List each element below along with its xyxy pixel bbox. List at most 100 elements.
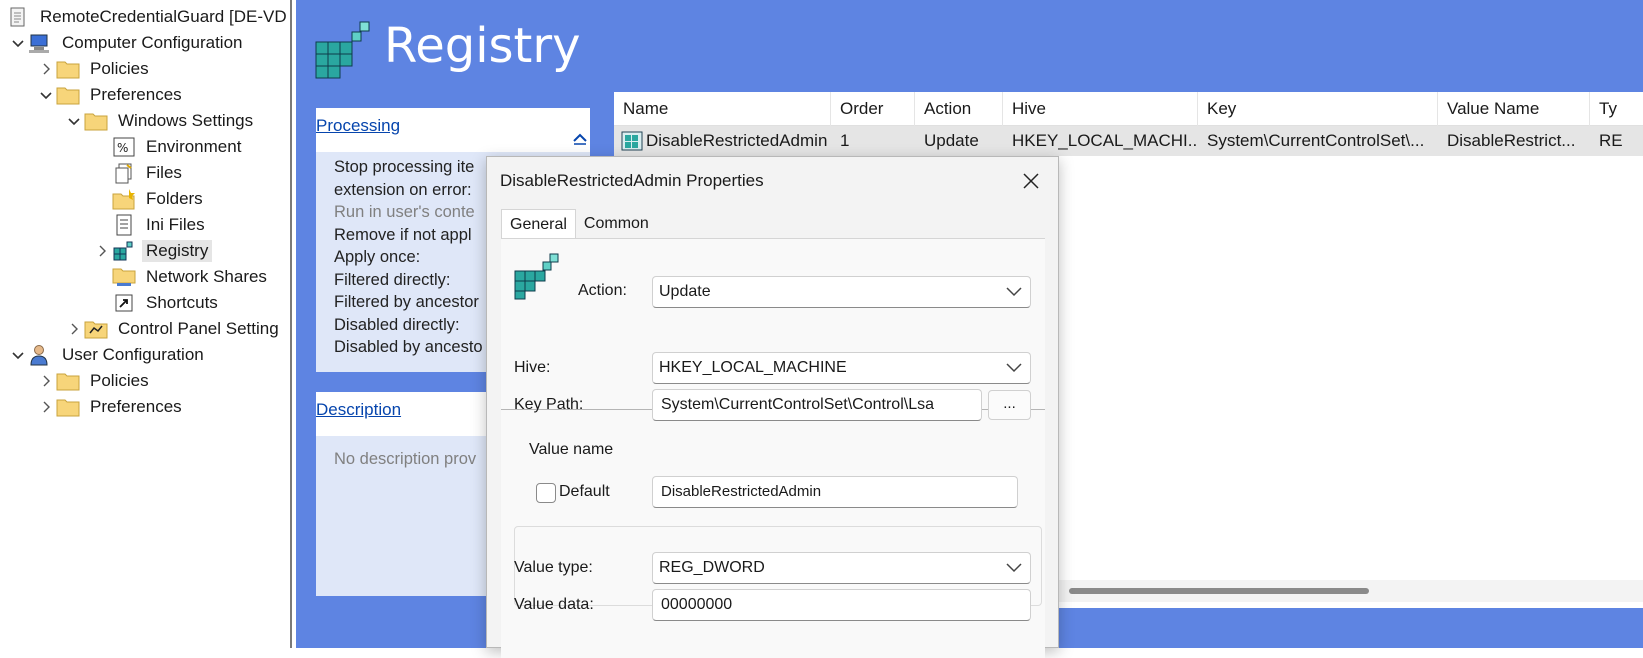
tree-ini-files[interactable]: Ini Files: [112, 212, 209, 238]
dialog-tabs: General Common: [501, 209, 657, 239]
tree-files[interactable]: Files: [112, 160, 186, 186]
scrollbar-thumb[interactable]: [1069, 588, 1369, 594]
tree-label: Preferences: [90, 85, 182, 104]
cell-type: RE: [1599, 131, 1623, 150]
tree-label: Computer Configuration: [62, 33, 243, 52]
action-value: Update: [659, 283, 711, 300]
chevron-right-icon[interactable]: [36, 394, 56, 420]
key-path-input[interactable]: System\CurrentControlSet\Control\Lsa: [652, 389, 982, 421]
tree-label: Network Shares: [146, 267, 267, 286]
action-label: Action:: [578, 282, 627, 299]
ini-file-icon: [112, 214, 136, 236]
cell-name-text: DisableRestrictedAdmin: [646, 131, 828, 150]
network-share-icon: [112, 266, 136, 288]
tree-label: Files: [146, 163, 182, 182]
column-header-order[interactable]: Order: [831, 92, 915, 126]
cell-hive: HKEY_LOCAL_MACHI...: [1012, 131, 1198, 150]
hive-select[interactable]: HKEY_LOCAL_MACHINE: [652, 352, 1031, 384]
browse-button[interactable]: ...: [988, 390, 1031, 420]
page-title: Registry: [384, 18, 581, 74]
registry-large-icon: [312, 18, 374, 80]
tab-common[interactable]: Common: [576, 209, 657, 239]
value-data-label: Value data:: [514, 596, 594, 613]
column-header-action[interactable]: Action: [915, 92, 1003, 126]
tree-label: Ini Files: [146, 215, 205, 234]
tree-network-shares[interactable]: Network Shares: [112, 264, 271, 290]
tree-policies[interactable]: Policies: [36, 56, 153, 82]
tree-control-panel-settings[interactable]: Control Panel Setting: [64, 316, 283, 342]
tree-root-gpo[interactable]: RemoteCredentialGuard [DE-VD: [6, 4, 290, 30]
tree-label: Shortcuts: [146, 293, 218, 312]
tree-label: Policies: [90, 59, 149, 78]
chevron-down-icon: [1006, 563, 1022, 573]
tab-general[interactable]: General: [501, 209, 576, 239]
chevron-down-icon: [1006, 287, 1022, 297]
computer-icon: [28, 32, 52, 54]
tree-folders[interactable]: Folders: [112, 186, 207, 212]
value-type-value: REG_DWORD: [659, 559, 765, 576]
collapse-chevron-icon[interactable]: [572, 132, 588, 146]
user-icon: [28, 344, 52, 366]
chevron-right-icon[interactable]: [92, 238, 112, 264]
table-row[interactable]: DisableRestrictedAdmin 1 Update HKEY_LOC…: [614, 126, 1643, 156]
registry-item-icon: [620, 130, 644, 152]
tree-label: RemoteCredentialGuard [DE-VD: [40, 7, 287, 26]
tree-windows-settings[interactable]: Windows Settings: [64, 108, 257, 134]
column-header-key[interactable]: Key: [1198, 92, 1438, 126]
value-type-select[interactable]: REG_DWORD: [652, 552, 1031, 584]
chevron-down-icon: [1006, 363, 1022, 373]
tree-label: Registry: [142, 240, 213, 262]
chevron-down-icon[interactable]: [8, 342, 28, 368]
chevron-down-icon[interactable]: [8, 30, 28, 56]
tree-environment[interactable]: % Environment: [112, 134, 245, 160]
tree-computer-configuration[interactable]: Computer Configuration: [8, 30, 246, 56]
svg-text:%: %: [117, 141, 128, 155]
action-select[interactable]: Update: [652, 276, 1031, 308]
tree-user-configuration[interactable]: User Configuration: [8, 342, 208, 368]
value-data-input[interactable]: 00000000: [652, 589, 1031, 621]
folders-icon: [112, 188, 136, 210]
description-link[interactable]: Description: [316, 400, 401, 420]
tree-user-policies[interactable]: Policies: [36, 368, 153, 394]
tree-shortcuts[interactable]: Shortcuts: [112, 290, 222, 316]
tree-label: Policies: [90, 371, 149, 390]
column-header-hive[interactable]: Hive: [1003, 92, 1198, 126]
chevron-down-icon[interactable]: [36, 82, 56, 108]
close-button[interactable]: [1015, 167, 1047, 195]
files-icon: [112, 162, 136, 184]
list-header: Name Order Action Hive Key Value Name Ty: [614, 92, 1643, 126]
cell-key: System\CurrentControlSet\...: [1207, 131, 1425, 150]
console-tree: RemoteCredentialGuard [DE-VD Computer Co…: [0, 0, 292, 648]
control-panel-icon: [84, 318, 108, 340]
properties-dialog: DisableRestrictedAdmin Properties Genera…: [486, 156, 1059, 658]
column-header-type[interactable]: Ty: [1590, 92, 1643, 126]
tree-user-preferences[interactable]: Preferences: [36, 394, 186, 420]
gpo-scroll-icon: [6, 6, 30, 28]
column-header-name[interactable]: Name: [614, 92, 831, 126]
registry-wizard-icon: [513, 253, 561, 301]
folder-icon: [56, 396, 80, 418]
environment-icon: %: [112, 136, 136, 158]
key-path-label: Key Path:: [514, 396, 584, 413]
column-header-value-name[interactable]: Value Name: [1438, 92, 1590, 126]
tree-label: Folders: [146, 189, 203, 208]
hive-value: HKEY_LOCAL_MACHINE: [659, 359, 847, 376]
folder-icon: [56, 370, 80, 392]
folder-icon: [56, 84, 80, 106]
tree-registry[interactable]: Registry: [92, 238, 213, 264]
dialog-title: DisableRestrictedAdmin Properties: [500, 171, 764, 190]
chevron-right-icon[interactable]: [36, 368, 56, 394]
tree-preferences[interactable]: Preferences: [36, 82, 186, 108]
folder-icon: [56, 58, 80, 80]
processing-header: Processing: [316, 108, 590, 152]
chevron-right-icon[interactable]: [64, 316, 84, 342]
hive-label: Hive:: [514, 359, 551, 376]
cell-order: 1: [840, 131, 850, 150]
chevron-down-icon[interactable]: [64, 108, 84, 134]
chevron-right-icon[interactable]: [36, 56, 56, 82]
value-name-input[interactable]: DisableRestrictedAdmin: [652, 476, 1018, 508]
shortcut-icon: [112, 292, 136, 314]
default-checkbox[interactable]: [536, 483, 556, 503]
processing-link[interactable]: Processing: [316, 116, 400, 136]
cell-name: DisableRestrictedAdmin: [614, 126, 831, 156]
